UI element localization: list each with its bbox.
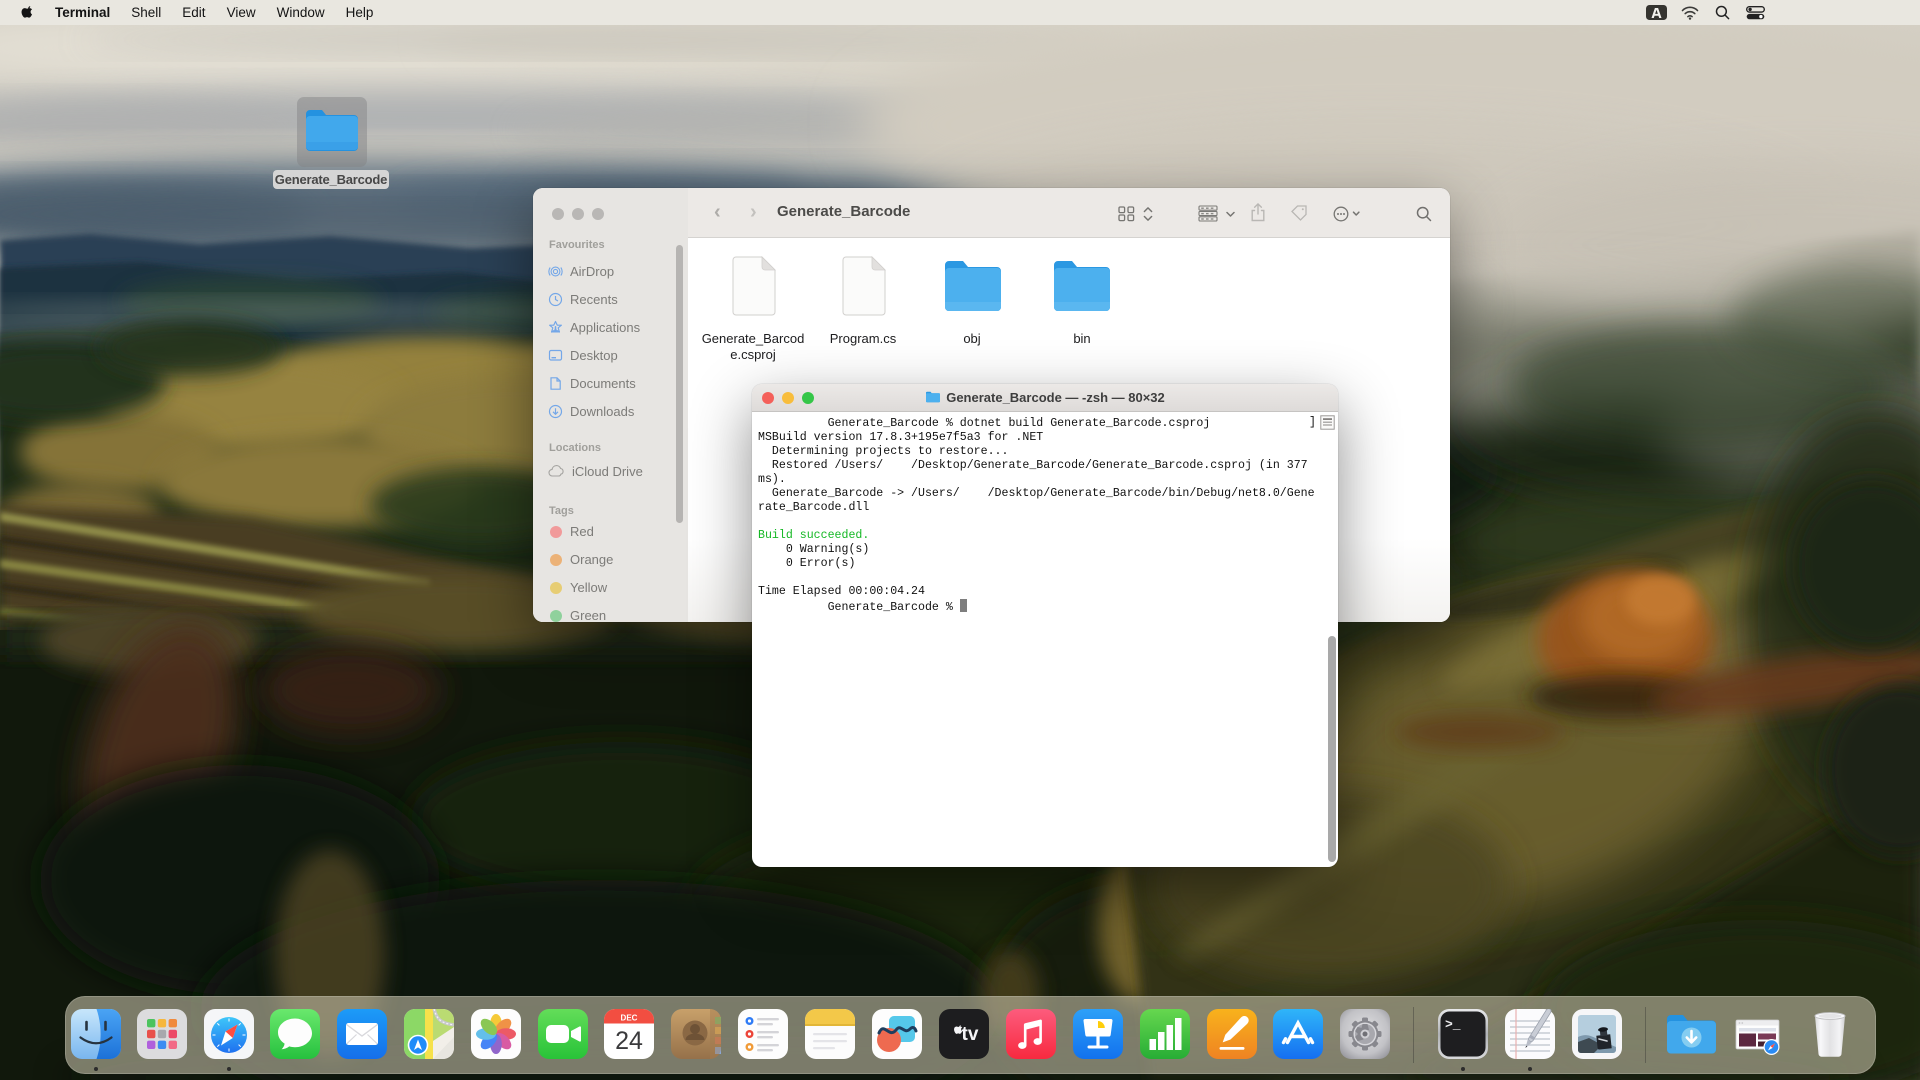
svg-text:tv: tv: [962, 1024, 979, 1045]
svg-text:>_: >_: [1445, 1017, 1461, 1032]
svg-text:24: 24: [615, 1027, 643, 1055]
svg-text:DEC: DEC: [621, 1014, 638, 1023]
